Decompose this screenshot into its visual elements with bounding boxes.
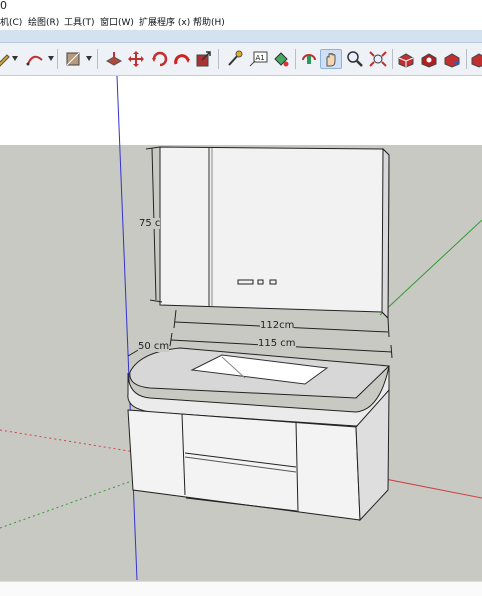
rotate-icon[interactable] [149,49,171,69]
menu-tools[interactable]: 工具(T) [64,15,95,28]
menu-draw[interactable]: 绘图(R) [28,15,59,28]
svg-text:A1: A1 [256,54,265,62]
toolbar: A1 [0,43,482,76]
height-dimension-label: 75 c [139,218,161,229]
toolbar-separator [57,49,58,69]
toolbar-separator [218,49,219,69]
extension-icon-2[interactable] [468,49,482,69]
menu-window[interactable]: 窗口(W) [100,15,134,28]
toolbar-gripper-band [0,30,482,43]
rectangle-icon[interactable] [62,49,84,69]
arc-icon[interactable] [24,49,46,69]
model-viewport[interactable]: 75 c 112cm 115 cm 50 cm [0,76,482,596]
toolbar-separator [97,49,98,69]
offset-icon[interactable] [193,49,215,69]
mirror-cabinet[interactable] [159,146,390,320]
paint-bucket-icon[interactable] [270,49,292,69]
zoom-extents-icon[interactable] [367,49,389,69]
window-title: 0 [0,0,7,12]
menu-bar: 机(C) 绘图(R) 工具(T) 窗口(W) 扩展程序 (x) 帮助(H) [0,13,482,30]
warehouse-icon[interactable] [418,49,440,69]
menu-camera[interactable]: 机(C) [0,15,22,28]
vanity-cabinet[interactable] [127,347,391,522]
push-pull-icon[interactable] [103,49,125,69]
rectangle-dropdown-icon[interactable] [86,56,92,61]
move-icon[interactable] [125,49,147,69]
zoom-icon[interactable] [344,49,366,69]
menu-extensions[interactable]: 扩展程序 (x) [139,15,190,28]
text-icon[interactable]: A1 [248,49,270,69]
status-bar [0,581,482,596]
title-bar: 0 [0,0,482,13]
menu-help[interactable]: 帮助(H) [193,15,225,28]
tape-measure-icon[interactable] [224,49,246,69]
components-icon[interactable] [395,49,417,69]
depth-dimension-label: 50 cm [138,341,170,352]
toolbar-separator [466,49,467,69]
pan-icon[interactable] [320,49,342,69]
mirror-width-label: 112cm [260,320,295,331]
arc-dropdown-icon[interactable] [48,56,54,61]
scale-icon[interactable] [171,49,193,69]
toolbar-separator [295,49,296,69]
vanity-width-label: 115 cm [258,338,296,349]
pencil-dropdown-icon[interactable] [12,56,18,61]
toolbar-separator [392,49,393,69]
extension-icon[interactable] [441,49,463,69]
orbit-icon[interactable] [298,49,320,69]
